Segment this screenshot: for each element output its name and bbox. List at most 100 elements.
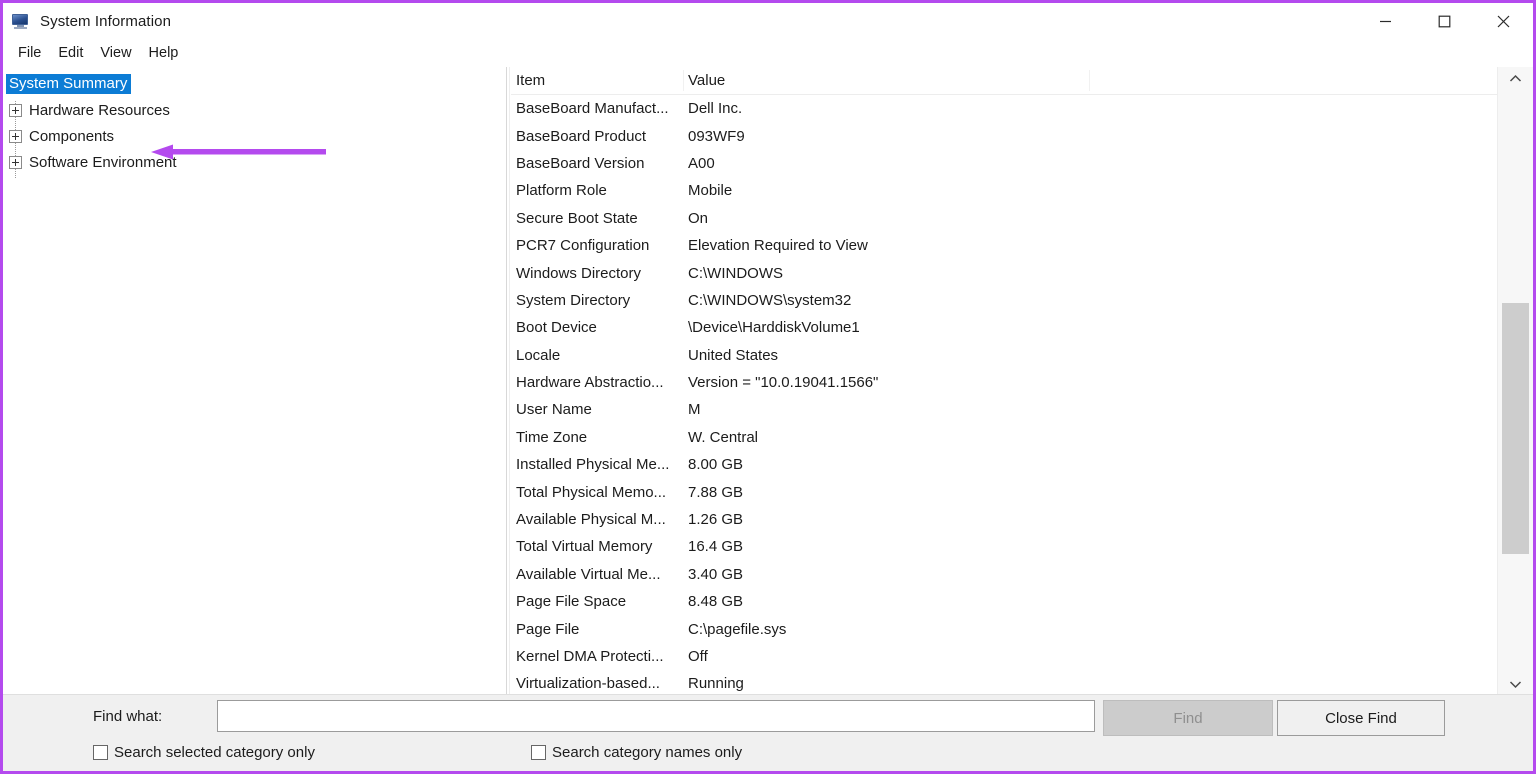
table-cell-value: 3.40 GB [688,565,744,583]
search-input[interactable] [217,700,1095,732]
table-row[interactable]: BaseBoard Product 093WF9 [511,122,1497,149]
chevron-up-icon[interactable] [1498,67,1533,89]
table-row[interactable]: Boot Device \Device\HarddiskVolume1 [511,314,1497,341]
minimize-icon[interactable] [1356,3,1415,40]
table-cell-item: Installed Physical Me... [516,456,670,474]
table-cell-item: Platform Role [516,182,607,200]
table-row[interactable]: Kernel DMA Protecti... Off [511,643,1497,670]
table-row[interactable]: Installed Physical Me... 8.00 GB [511,451,1497,478]
find-bar: Find what: Find Close Find Search select… [3,694,1533,771]
menu-bar: File Edit View Help [3,40,1533,67]
table-cell-value: \Device\HarddiskVolume1 [688,319,860,337]
tree-item-system-summary[interactable]: System Summary [3,71,506,97]
table-row[interactable]: Windows Directory C:\WINDOWS [511,259,1497,286]
table-row[interactable]: Time Zone W. Central [511,424,1497,451]
menu-item-edit[interactable]: Edit [50,43,92,64]
menu-item-view[interactable]: View [92,43,140,64]
table-cell-value: Version = "10.0.19041.1566" [688,374,879,392]
table-row[interactable]: Platform Role Mobile [511,177,1497,204]
table-cell-value: Dell Inc. [688,100,743,118]
table-row[interactable]: User Name M [511,396,1497,423]
table-row[interactable]: Virtualization-based... Running [511,670,1497,695]
table-cell-item: PCR7 Configuration [516,237,650,255]
checkbox-label: Search category names only [552,744,743,761]
window-controls [1356,3,1533,40]
pane-splitter[interactable] [506,67,510,695]
table-row[interactable]: Page File Space 8.48 GB [511,588,1497,615]
table-cell-value: C:\WINDOWS [688,264,783,282]
checkbox-icon[interactable] [531,745,546,760]
scrollbar-thumb[interactable] [1502,302,1529,554]
table-row[interactable]: Page File C:\pagefile.sys [511,615,1497,642]
table-cell-item: Windows Directory [516,264,642,282]
tree-item-hardware-resources[interactable]: Hardware Resources [3,97,506,123]
table-row[interactable]: Total Physical Memo... 7.88 GB [511,478,1497,505]
table-cell-item: Secure Boot State [516,209,638,227]
table-cell-item: Total Virtual Memory [516,538,653,556]
tree-item-label: Hardware Resources [29,101,170,119]
category-tree: System Summary Hardware Resources Compon… [3,71,506,179]
column-header-value[interactable]: Value [688,67,725,94]
checkbox-icon[interactable] [93,745,108,760]
close-icon[interactable] [1474,3,1533,40]
table-cell-item: Page File Space [516,593,627,611]
chevron-down-icon[interactable] [1498,673,1533,695]
table-cell-item: Available Physical M... [516,511,666,529]
table-cell-item: BaseBoard Version [516,154,645,172]
search-category-names-checkbox[interactable]: Search category names only [531,744,742,761]
title-bar: System Information [3,3,1533,40]
table-row[interactable]: Hardware Abstractio... Version = "10.0.19… [511,369,1497,396]
vertical-scrollbar[interactable] [1497,67,1533,695]
table-cell-value: Off [688,648,708,665]
maximize-icon[interactable] [1415,3,1474,40]
table-cell-value: 16.4 GB [688,538,744,556]
table-cell-item: Available Virtual Me... [516,565,661,583]
table-row[interactable]: PCR7 Configuration Elevation Required to … [511,232,1497,259]
menu-item-file[interactable]: File [10,43,50,64]
table-row[interactable]: Available Physical M... 1.26 GB [511,506,1497,533]
table-cell-item: Page File [516,620,580,638]
table-row[interactable]: Secure Boot State On [511,205,1497,232]
expand-plus-icon[interactable] [9,155,22,169]
expand-plus-icon[interactable] [9,129,22,143]
table-row[interactable]: BaseBoard Manufact... Dell Inc. [511,95,1497,122]
table-row[interactable]: Locale United States [511,342,1497,369]
table-row[interactable]: BaseBoard Version A00 [511,150,1497,177]
table-cell-value: Mobile [688,182,733,200]
table-cell-value: On [688,209,709,227]
table-cell-item: Time Zone [516,428,588,446]
table-cell-value: C:\WINDOWS\system32 [688,291,852,309]
main-content: System Summary Hardware Resources Compon… [3,67,1533,695]
table-cell-value: 093WF9 [688,127,745,145]
tree-item-label: System Summary [6,74,132,94]
menu-item-help[interactable]: Help [141,43,188,64]
table-cell-item: Virtualization-based... [516,675,660,693]
table-row[interactable]: System Directory C:\WINDOWS\system32 [511,287,1497,314]
close-find-button[interactable]: Close Find [1277,700,1445,736]
table-cell-value: 7.88 GB [688,483,744,501]
table-cell-value: Elevation Required to View [688,237,868,255]
find-button[interactable]: Find [1103,700,1273,736]
table-cell-value: United States [688,346,779,364]
table-cell-item: BaseBoard Manufact... [516,100,669,118]
tree-item-label: Components [29,127,115,145]
category-tree-pane: System Summary Hardware Resources Compon… [3,67,506,695]
table-cell-value: M [688,401,701,419]
table-row[interactable]: Available Virtual Me... 3.40 GB [511,561,1497,588]
expand-plus-icon[interactable] [9,103,22,117]
table-cell-value: 8.00 GB [688,456,744,474]
table-cell-value: 8.48 GB [688,593,744,611]
table-row[interactable]: Total Virtual Memory 16.4 GB [511,533,1497,560]
details-table-pane: Item Value BaseBoard Manufact... Dell Inc… [511,67,1533,695]
table-cell-value: Running [688,675,744,693]
system-information-window: System Information File Edit View Help S… [0,0,1536,774]
table-cell-item: Total Physical Memo... [516,483,667,501]
table-cell-item: System Directory [516,291,631,309]
tree-item-components[interactable]: Components [3,123,506,149]
search-selected-category-checkbox[interactable]: Search selected category only [93,744,315,761]
column-header-item[interactable]: Item [516,67,545,94]
window-title: System Information [40,13,172,30]
tree-item-software-environment[interactable]: Software Environment [3,149,506,175]
table-cell-item: Locale [516,346,561,364]
table-cell-item: Kernel DMA Protecti... [516,648,664,665]
